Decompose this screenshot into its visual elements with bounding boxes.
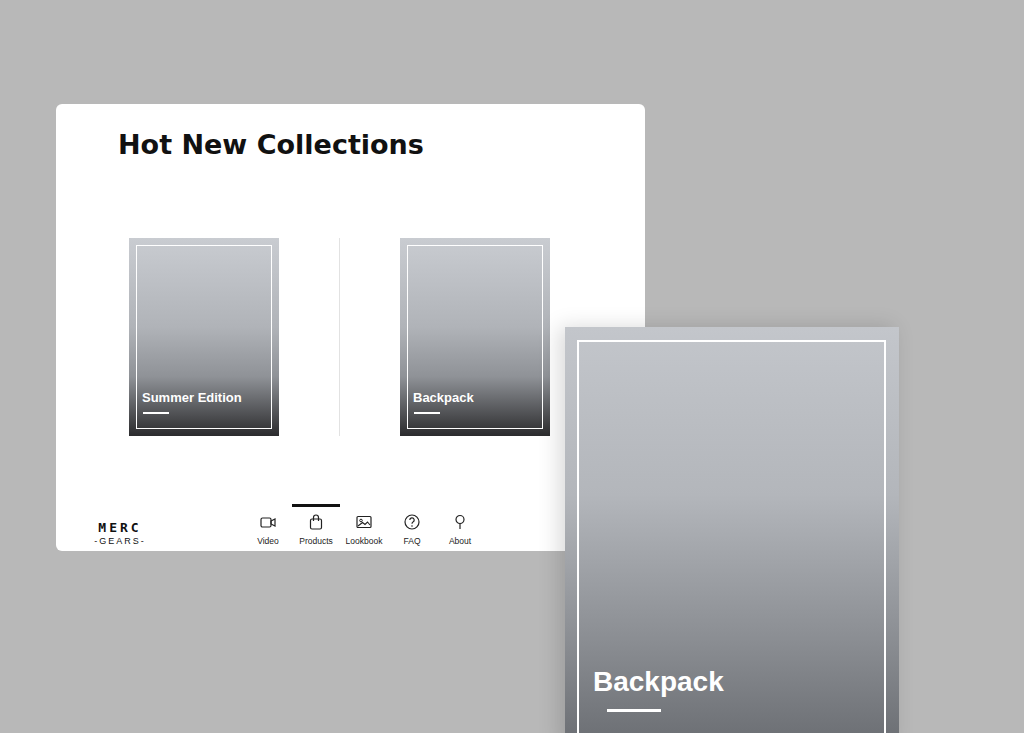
selected-indicator <box>388 504 436 507</box>
bottom-bar: MERC-GEARS- Video Products Lookbook FAQ About <box>56 507 645 551</box>
product-label: Summer Edition <box>129 390 279 406</box>
selected-indicator <box>292 504 340 507</box>
logo-subtext: -GEARS- <box>94 535 146 547</box>
featured-card[interactable]: Backpack <box>565 327 899 733</box>
nav-label: FAQ <box>403 536 420 547</box>
label-underline <box>143 412 169 414</box>
selected-indicator <box>244 504 292 507</box>
selected-indicator <box>340 504 388 507</box>
logo[interactable]: MERC-GEARS- <box>90 520 150 547</box>
selected-indicator <box>436 504 484 507</box>
page-title: Hot New Collections <box>118 128 645 162</box>
app-window: Hot New Collections Summer Edition Backpac… <box>56 104 645 551</box>
image-icon <box>355 513 373 535</box>
nav-item[interactable]: Products <box>292 504 340 547</box>
product-card[interactable]: Summer Edition <box>129 238 279 436</box>
nav-item[interactable]: About <box>436 504 484 547</box>
product-card[interactable]: Backpack <box>400 238 550 436</box>
video-icon <box>259 513 277 535</box>
question-icon <box>403 513 421 535</box>
nav-label: Products <box>299 536 333 547</box>
bag-icon <box>307 513 325 535</box>
nav-item[interactable]: Video <box>244 504 292 547</box>
nav-item[interactable]: FAQ <box>388 504 436 547</box>
label-underline <box>414 412 440 414</box>
nav-label: About <box>449 536 471 547</box>
nav-bar: Video Products Lookbook FAQ About <box>244 504 484 547</box>
nav-label: Video <box>257 536 279 547</box>
label-underline <box>607 709 661 712</box>
nav-label: Lookbook <box>346 536 383 547</box>
featured-label: Backpack <box>593 665 899 699</box>
product-label: Backpack <box>400 390 550 406</box>
logo-text: MERC <box>98 520 141 535</box>
divider <box>339 238 340 436</box>
nav-item[interactable]: Lookbook <box>340 504 388 547</box>
pin-icon <box>451 513 469 535</box>
